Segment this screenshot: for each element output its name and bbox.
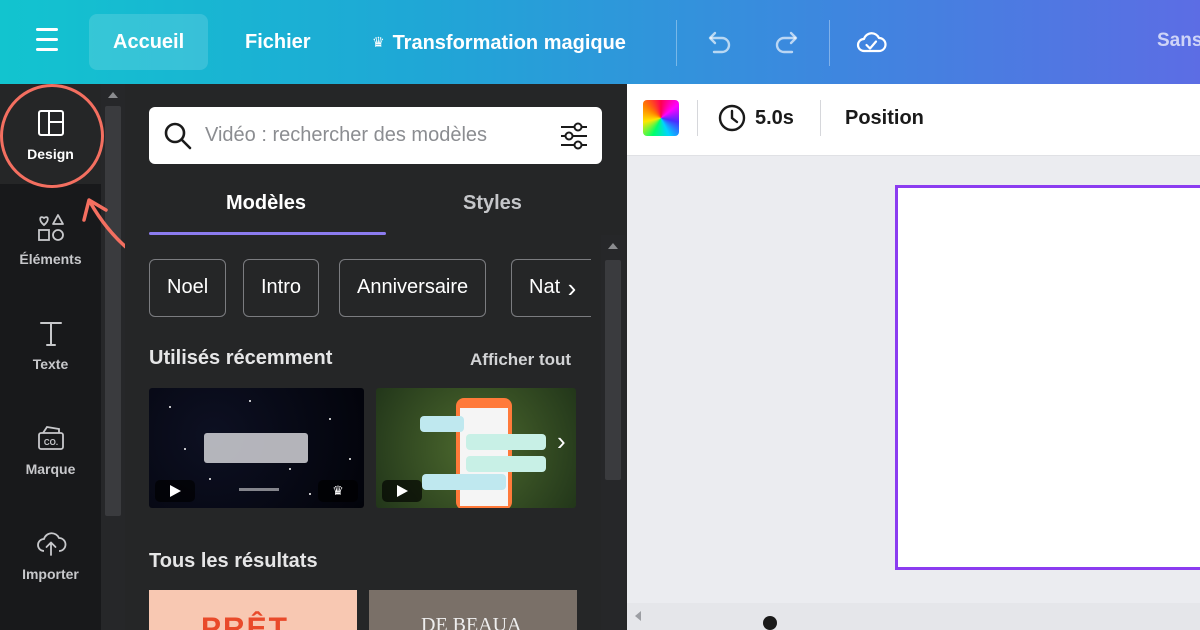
magic-switch-button[interactable]: ♛ Transformation magique: [348, 14, 650, 70]
upload-cloud-icon: [36, 532, 66, 556]
tab-templates[interactable]: Modèles: [226, 192, 306, 215]
undo-icon[interactable]: [702, 26, 736, 60]
rail-item-upload[interactable]: Importer: [0, 504, 101, 604]
phone-mockup: [456, 398, 512, 508]
clock-icon[interactable]: [717, 103, 747, 133]
recent-template-card[interactable]: ♛: [149, 388, 364, 508]
toolbar-divider: [820, 100, 821, 136]
file-menu-button[interactable]: Fichier: [221, 14, 335, 70]
shapes-icon: [37, 214, 64, 241]
panel-scrollbar[interactable]: [601, 235, 625, 630]
crown-icon: ♛: [372, 34, 385, 50]
recent-template-card[interactable]: [376, 388, 576, 508]
notification-mockup: [204, 433, 308, 463]
all-results-title: Tous les résultats: [149, 550, 318, 572]
rail-label: Importer: [22, 566, 79, 582]
highlight-circle: [0, 84, 104, 188]
editor-area: 5.0s Position: [627, 84, 1200, 630]
document-title[interactable]: Sans: [1157, 30, 1200, 52]
recent-section-title: Utilisés récemment: [149, 347, 333, 369]
see-all-link[interactable]: Afficher tout: [470, 350, 571, 370]
rail-label: Marque: [25, 461, 76, 477]
hamburger-icon[interactable]: [28, 28, 68, 56]
caption-line: [239, 488, 279, 491]
filter-sliders-icon[interactable]: [559, 121, 589, 151]
chip-birthday[interactable]: Anniversaire: [339, 259, 487, 317]
position-button[interactable]: Position: [845, 107, 924, 130]
result-template-card[interactable]: PRÊT: [149, 590, 357, 630]
home-button[interactable]: Accueil: [89, 14, 209, 70]
redo-icon[interactable]: [770, 26, 804, 60]
header-divider: [829, 20, 830, 66]
play-icon[interactable]: [382, 480, 422, 502]
rail-item-text[interactable]: Texte: [0, 294, 101, 394]
search-box[interactable]: [149, 107, 602, 164]
rail-item-brand[interactable]: CO. Marque: [0, 399, 101, 499]
design-canvas[interactable]: [895, 185, 1200, 570]
toolbar-divider: [697, 100, 698, 136]
search-icon: [164, 122, 192, 150]
duration-value[interactable]: 5.0s: [755, 107, 794, 130]
cloud-check-icon[interactable]: [854, 26, 888, 60]
result-template-card[interactable]: DE BEAUA: [369, 590, 577, 630]
timeline-scrollbar[interactable]: [627, 603, 1200, 630]
rail-scrollbar[interactable]: [101, 84, 125, 630]
tab-styles[interactable]: Styles: [463, 192, 522, 215]
chip-noel[interactable]: Noel: [149, 259, 227, 317]
active-tab-indicator: [149, 232, 386, 235]
svg-text:CO.: CO.: [43, 438, 57, 447]
result-card-text: DE BEAUA: [421, 614, 522, 630]
magic-switch-label: Transformation magique: [392, 32, 626, 54]
crown-icon: ♛: [318, 480, 358, 502]
color-picker-icon[interactable]: [643, 100, 679, 136]
chevron-right-icon[interactable]: ›: [557, 426, 566, 457]
play-icon[interactable]: [155, 480, 195, 502]
templates-panel: Modèles Styles Noel Intro Anniversaire N…: [125, 84, 627, 630]
search-input[interactable]: [205, 117, 545, 153]
chip-intro[interactable]: Intro: [243, 259, 320, 317]
result-card-text: PRÊT: [201, 612, 290, 630]
header-divider: [676, 20, 677, 66]
playhead-marker[interactable]: [763, 616, 777, 630]
top-bar: Accueil Fichier ♛ Transformation magique …: [0, 0, 1200, 84]
chevron-right-icon[interactable]: ›: [559, 270, 585, 306]
editor-toolbar: 5.0s Position: [627, 84, 1200, 156]
text-icon: [39, 322, 62, 346]
rail-label: Texte: [32, 356, 69, 372]
brand-icon: CO.: [37, 426, 64, 450]
